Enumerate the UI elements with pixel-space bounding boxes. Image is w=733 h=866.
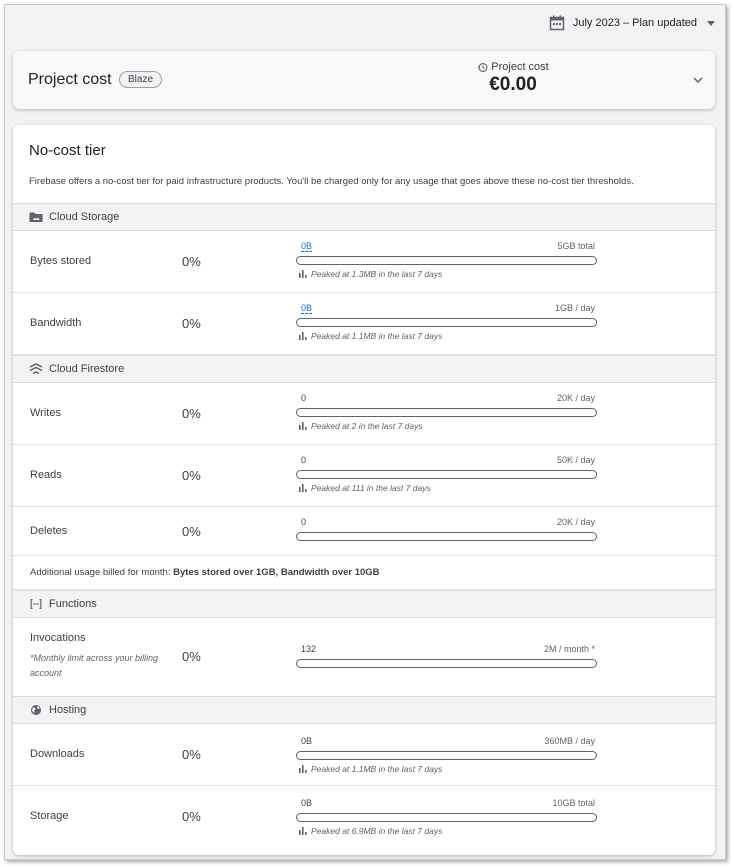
project-cost-value: €0.00: [489, 74, 537, 95]
usage-percent: 0%: [182, 809, 201, 824]
usage-billing-panel: July 2023 – Plan updated Project cost Bl…: [4, 4, 726, 860]
billing-note-detail: Bytes stored over 1GB, Bandwidth over 10…: [173, 567, 380, 578]
row-note: *Monthly limit across your billing accou…: [30, 653, 159, 678]
bar-chart-icon: [299, 765, 307, 773]
peak-note: Peaked at 2 in the last 7 days: [299, 421, 423, 431]
current-usage: 0B: [301, 736, 313, 746]
usage-row-bandwidth: Bandwidth 0% 0B 1GB / day Peaked at 1.1M…: [13, 293, 715, 355]
row-label: Invocations: [30, 632, 86, 644]
expand-chevron-icon[interactable]: [693, 75, 703, 85]
tier-title: No-cost tier: [29, 142, 106, 159]
section-functions: Functions: [13, 590, 715, 618]
usage-progress-bar: [296, 470, 597, 479]
bar-chart-icon: [299, 484, 307, 492]
usage-limit: 20K / day: [556, 393, 595, 403]
usage-limit: 50K / day: [556, 455, 595, 465]
usage-progress-bar: [296, 751, 597, 760]
current-usage: 0B: [301, 798, 313, 808]
row-label: Storage: [30, 810, 69, 822]
peak-note: Peaked at 111 in the last 7 days: [299, 483, 431, 493]
usage-percent: 0%: [182, 406, 201, 421]
usage-percent: 0%: [182, 254, 201, 269]
row-label: Downloads: [30, 748, 85, 760]
usage-progress-bar: [296, 408, 597, 417]
usage-percent: 0%: [182, 747, 201, 762]
usage-limit: 10GB total: [552, 798, 595, 808]
calendar-icon: [549, 15, 565, 31]
chevron-down-icon: [707, 20, 715, 26]
peak-note: Peaked at 1.1MB in the last 7 days: [299, 764, 442, 774]
usage-progress-bar: [296, 659, 597, 668]
usage-progress-bar: [296, 318, 597, 327]
bar-chart-icon: [299, 332, 307, 340]
billing-note: Additional usage billed for month: Bytes…: [13, 555, 715, 590]
peak-note: Peaked at 6.9MB in the last 7 days: [299, 826, 442, 836]
usage-limit: 360MB / day: [544, 736, 595, 746]
usage-percent: 0%: [182, 524, 201, 539]
project-cost-label: Project cost: [491, 61, 549, 73]
section-hosting: Hosting: [13, 696, 715, 724]
peak-note: Peaked at 1.3MB in the last 7 days: [299, 269, 442, 279]
current-usage-link[interactable]: 0B: [301, 241, 313, 252]
usage-progress-bar: [296, 256, 597, 265]
usage-row-invocations: Invocations *Monthly limit across your b…: [13, 618, 715, 697]
history-icon: [477, 62, 488, 72]
row-label: Writes: [30, 407, 61, 419]
section-title: Cloud Firestore: [49, 363, 125, 375]
usage-limit: 20K / day: [556, 517, 595, 527]
section-cloud-firestore: Cloud Firestore: [13, 355, 715, 383]
usage-limit: 1GB / day: [554, 303, 595, 313]
current-usage: 132: [301, 644, 317, 654]
usage-percent: 0%: [182, 649, 201, 664]
usage-row-reads: Reads 0% 0 50K / day Peaked at 111 in th…: [13, 445, 715, 507]
usage-row-downloads: Downloads 0% 0B 360MB / day Peaked at 1.…: [13, 724, 715, 786]
current-usage: 0: [301, 393, 307, 403]
functions-icon: [29, 597, 43, 611]
folder-icon: [29, 210, 43, 224]
period-label: July 2023 – Plan updated: [572, 17, 697, 29]
section-title: Cloud Storage: [49, 211, 120, 223]
usage-limit: 2M / month *: [543, 644, 595, 654]
globe-icon: [29, 703, 43, 717]
peak-note: Peaked at 1.1MB in the last 7 days: [299, 331, 442, 341]
row-label: Deletes: [30, 525, 68, 537]
usage-percent: 0%: [182, 468, 201, 483]
usage-progress-bar: [296, 532, 597, 541]
plan-badge: Blaze: [119, 71, 163, 88]
current-usage: 0: [301, 517, 307, 527]
section-title: Hosting: [49, 704, 87, 716]
usage-row-hosting-storage: Storage 0% 0B 10GB total Peaked at 6.9MB…: [13, 786, 715, 854]
tier-description: Firebase offers a no-cost tier for paid …: [29, 176, 634, 187]
bar-chart-icon: [299, 270, 307, 278]
project-cost-title: Project cost: [28, 71, 112, 88]
bar-chart-icon: [299, 827, 307, 835]
row-label: Bandwidth: [30, 317, 82, 329]
usage-percent: 0%: [182, 316, 201, 331]
usage-row-bytes-stored: Bytes stored 0% 0B 5GB total Peaked at 1…: [13, 231, 715, 293]
usage-row-writes: Writes 0% 0 20K / day Peaked at 2 in the…: [13, 383, 715, 445]
current-usage-link[interactable]: 0B: [301, 303, 313, 314]
usage-limit: 5GB total: [557, 241, 595, 251]
section-cloud-storage: Cloud Storage: [13, 203, 715, 231]
project-cost-summary: Project cost €0.00: [473, 61, 553, 96]
no-cost-tier-card: No-cost tier Firebase offers a no-cost t…: [13, 125, 715, 855]
current-usage: 0: [301, 455, 307, 465]
section-title: Functions: [49, 598, 97, 610]
period-selector[interactable]: July 2023 – Plan updated: [549, 15, 715, 31]
usage-progress-bar: [296, 813, 597, 822]
bar-chart-icon: [299, 422, 307, 430]
row-label: Bytes stored: [30, 255, 92, 267]
usage-row-deletes: Deletes 0% 0 20K / day: [13, 507, 715, 556]
firestore-icon: [29, 362, 43, 376]
project-cost-card: Project cost Blaze Project cost €0.00: [13, 51, 715, 109]
row-label: Reads: [30, 469, 62, 481]
